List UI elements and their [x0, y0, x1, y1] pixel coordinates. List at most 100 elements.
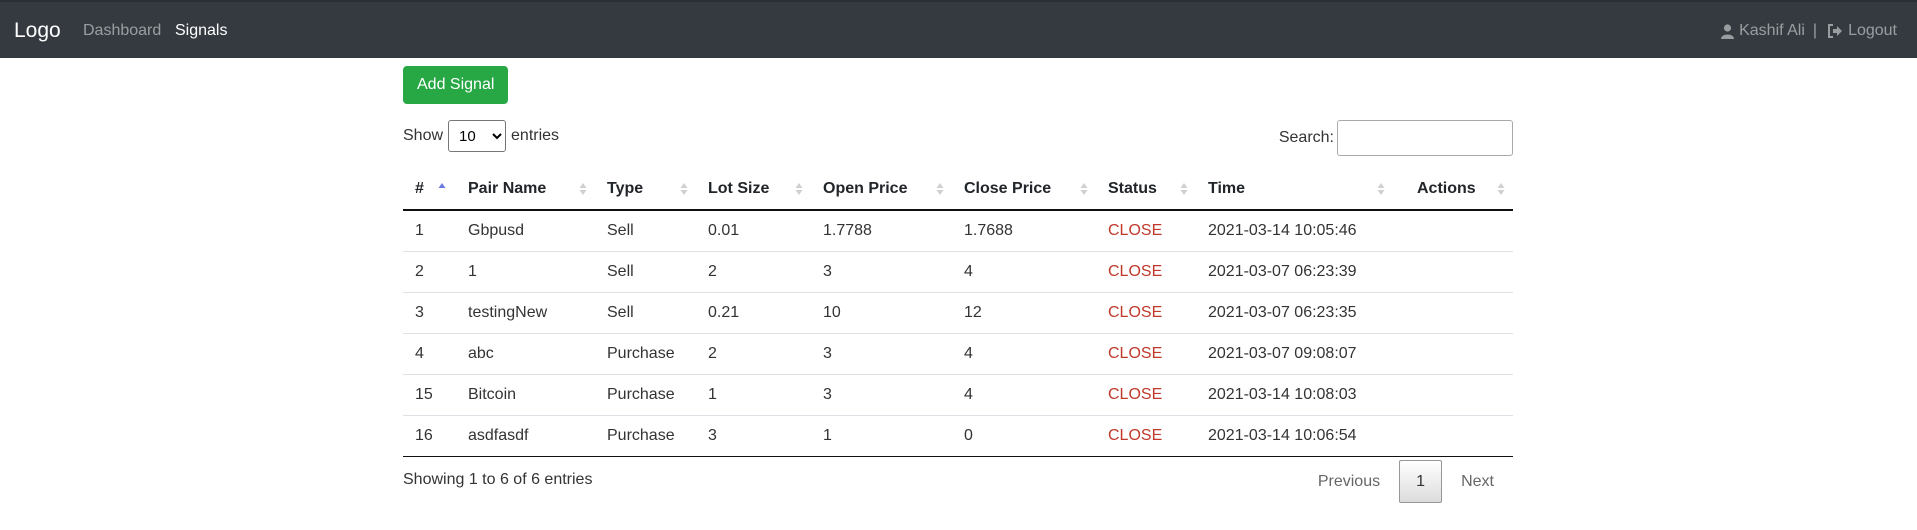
cell-id: 4 [403, 333, 456, 375]
cell-pair-name: 1 [456, 251, 595, 293]
cell-pair-name: Bitcoin [456, 374, 595, 416]
column-header-pair-name[interactable]: Pair Name [456, 168, 595, 211]
cell-close-price: 4 [952, 251, 1096, 293]
cell-id: 2 [403, 251, 456, 293]
cell-time: 2021-03-14 10:06:54 [1196, 415, 1393, 457]
cell-id: 1 [403, 210, 456, 252]
cell-close-price: 4 [952, 333, 1096, 375]
cell-close-price: 1.7688 [952, 210, 1096, 252]
cell-type: Sell [595, 210, 696, 252]
user-icon [1721, 23, 1735, 39]
previous-page-button[interactable]: Previous [1299, 463, 1399, 501]
sort-icon [936, 183, 944, 195]
logout-link[interactable]: Logout [1827, 22, 1897, 40]
column-header-actions[interactable]: Actions [1393, 168, 1513, 211]
cell-open-price: 3 [811, 251, 952, 293]
sort-asc-icon [438, 183, 446, 188]
logout-label: Logout [1848, 22, 1897, 39]
cell-open-price: 3 [811, 333, 952, 375]
cell-open-price: 1.7788 [811, 210, 952, 252]
column-header-open-price[interactable]: Open Price [811, 168, 952, 211]
add-signal-button[interactable]: Add Signal [403, 66, 509, 104]
entries-label: entries [511, 127, 560, 144]
sort-icon [1497, 183, 1505, 195]
cell-lot-size: 2 [696, 333, 811, 375]
cell-time: 2021-03-07 06:23:39 [1196, 251, 1393, 293]
cell-actions [1393, 374, 1513, 416]
cell-lot-size: 3 [696, 415, 811, 457]
table-row: 16 asdfasdf Purchase 3 1 0 CLOSE 2021-03… [403, 415, 1513, 457]
search-control: Search: [1279, 120, 1513, 156]
cell-close-price: 0 [952, 415, 1096, 457]
search-label: Search: [1278, 129, 1334, 146]
user-menu[interactable]: Kashif Ali [1721, 22, 1805, 40]
cell-id: 16 [403, 415, 456, 457]
cell-time: 2021-03-07 09:08:07 [1196, 333, 1393, 375]
status-badge: CLOSE [1096, 374, 1196, 416]
cell-pair-name: asdfasdf [456, 415, 595, 457]
nav-link-signals[interactable]: Signals [175, 22, 227, 40]
sort-icon [579, 183, 587, 195]
cell-pair-name: testingNew [456, 292, 595, 334]
status-badge: CLOSE [1096, 333, 1196, 375]
table-row: 4 abc Purchase 2 3 4 CLOSE 2021-03-07 09… [403, 333, 1513, 375]
table-info: Showing 1 to 6 of 6 entries [403, 471, 593, 488]
cell-type: Purchase [595, 415, 696, 457]
cell-pair-name: Gbpusd [456, 210, 595, 252]
cell-time: 2021-03-14 10:05:46 [1196, 210, 1393, 252]
sign-out-icon [1828, 24, 1843, 38]
cell-id: 15 [403, 374, 456, 416]
table-row: 2 1 Sell 2 3 4 CLOSE 2021-03-07 06:23:39 [403, 251, 1513, 293]
column-header-lot-size[interactable]: Lot Size [696, 168, 811, 211]
table-row: 15 Bitcoin Purchase 1 3 4 CLOSE 2021-03-… [403, 374, 1513, 416]
entries-select[interactable]: 10 [448, 120, 507, 152]
table-header-row: # Pair Name Type Lot Size Open Price Clo… [403, 168, 1513, 211]
cell-close-price: 12 [952, 292, 1096, 334]
status-badge: CLOSE [1096, 251, 1196, 293]
show-label: Show [403, 127, 444, 144]
cell-actions [1393, 210, 1513, 252]
sort-icon [1080, 183, 1088, 195]
entries-length-control: Show 10 entries [403, 120, 559, 152]
cell-lot-size: 0.01 [696, 210, 811, 252]
cell-time: 2021-03-07 06:23:35 [1196, 292, 1393, 334]
user-name: Kashif Ali [1739, 22, 1805, 39]
column-header-id[interactable]: # [403, 168, 456, 211]
cell-actions [1393, 292, 1513, 334]
brand-logo[interactable]: Logo [14, 19, 61, 43]
cell-lot-size: 1 [696, 374, 811, 416]
cell-type: Purchase [595, 333, 696, 375]
sort-icon [795, 183, 803, 195]
nav-link-dashboard[interactable]: Dashboard [83, 22, 161, 40]
cell-lot-size: 0.21 [696, 292, 811, 334]
cell-pair-name: abc [456, 333, 595, 375]
cell-time: 2021-03-14 10:08:03 [1196, 374, 1393, 416]
nav-user-area: Kashif Ali | Logout [1721, 22, 1897, 40]
status-badge: CLOSE [1096, 210, 1196, 252]
column-header-type[interactable]: Type [595, 168, 696, 211]
table-row: 3 testingNew Sell 0.21 10 12 CLOSE 2021-… [403, 292, 1513, 334]
cell-type: Purchase [595, 374, 696, 416]
column-header-status[interactable]: Status [1096, 168, 1196, 211]
sort-icon [680, 183, 688, 195]
cell-actions [1393, 415, 1513, 457]
nav-separator: | [1812, 22, 1818, 39]
cell-open-price: 1 [811, 415, 952, 457]
column-header-time[interactable]: Time [1196, 168, 1393, 211]
navbar: Logo Dashboard Signals Kashif Ali | Logo… [0, 0, 1917, 58]
cell-actions [1393, 251, 1513, 293]
cell-open-price: 3 [811, 374, 952, 416]
cell-id: 3 [403, 292, 456, 334]
status-badge: CLOSE [1096, 292, 1196, 334]
cell-close-price: 4 [952, 374, 1096, 416]
signals-table: # Pair Name Type Lot Size Open Price Clo… [403, 168, 1513, 457]
sort-icon [1377, 183, 1385, 195]
column-header-close-price[interactable]: Close Price [952, 168, 1096, 211]
table-row: 1 Gbpusd Sell 0.01 1.7788 1.7688 CLOSE 2… [403, 210, 1513, 252]
status-badge: CLOSE [1096, 415, 1196, 457]
next-page-button[interactable]: Next [1442, 463, 1513, 501]
cell-open-price: 10 [811, 292, 952, 334]
page-1-button[interactable]: 1 [1399, 460, 1443, 503]
search-input[interactable] [1337, 120, 1513, 156]
cell-type: Sell [595, 292, 696, 334]
